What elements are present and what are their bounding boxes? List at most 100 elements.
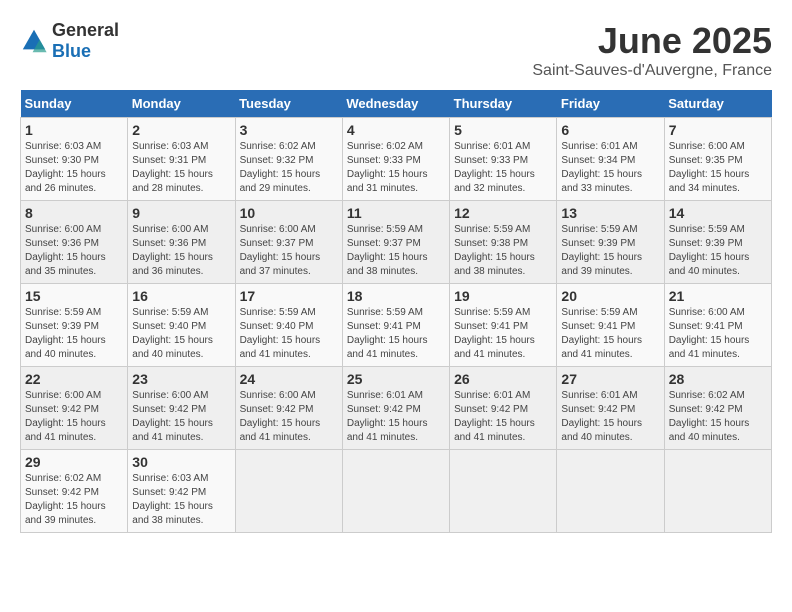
weekday-header-saturday: Saturday	[664, 90, 771, 118]
weekday-header-friday: Friday	[557, 90, 664, 118]
day-number-23: 23	[132, 371, 230, 387]
day-cell-11: 11 Sunrise: 5:59 AM Sunset: 9:37 PM Dayli…	[342, 201, 449, 284]
day-number-6: 6	[561, 122, 659, 138]
weekday-header-sunday: Sunday	[21, 90, 128, 118]
day-cell-22: 22 Sunrise: 6:00 AM Sunset: 9:42 PM Dayli…	[21, 367, 128, 450]
day-cell-16: 16 Sunrise: 5:59 AM Sunset: 9:40 PM Dayli…	[128, 284, 235, 367]
day-number-21: 21	[669, 288, 767, 304]
day-number-28: 28	[669, 371, 767, 387]
day-number-7: 7	[669, 122, 767, 138]
day-cell-10: 10 Sunrise: 6:00 AM Sunset: 9:37 PM Dayli…	[235, 201, 342, 284]
day-number-24: 24	[240, 371, 338, 387]
day-info-22: Sunrise: 6:00 AM Sunset: 9:42 PM Dayligh…	[25, 389, 123, 445]
day-cell-25: 25 Sunrise: 6:01 AM Sunset: 9:42 PM Dayli…	[342, 367, 449, 450]
day-info-19: Sunrise: 5:59 AM Sunset: 9:41 PM Dayligh…	[454, 306, 552, 362]
day-info-1: Sunrise: 6:03 AM Sunset: 9:30 PM Dayligh…	[25, 140, 123, 196]
day-cell-23: 23 Sunrise: 6:00 AM Sunset: 9:42 PM Dayli…	[128, 367, 235, 450]
day-number-1: 1	[25, 122, 123, 138]
day-number-29: 29	[25, 454, 123, 470]
weekday-header-tuesday: Tuesday	[235, 90, 342, 118]
logo-general-text: General	[52, 20, 119, 40]
day-cell-8: 8 Sunrise: 6:00 AM Sunset: 9:36 PM Daylig…	[21, 201, 128, 284]
day-info-10: Sunrise: 6:00 AM Sunset: 9:37 PM Dayligh…	[240, 223, 338, 279]
week-row-5: 29 Sunrise: 6:02 AM Sunset: 9:42 PM Dayli…	[21, 450, 772, 533]
day-info-15: Sunrise: 5:59 AM Sunset: 9:39 PM Dayligh…	[25, 306, 123, 362]
day-info-27: Sunrise: 6:01 AM Sunset: 9:42 PM Dayligh…	[561, 389, 659, 445]
week-row-3: 15 Sunrise: 5:59 AM Sunset: 9:39 PM Dayli…	[21, 284, 772, 367]
empty-cell	[235, 450, 342, 533]
week-row-1: 1 Sunrise: 6:03 AM Sunset: 9:30 PM Daylig…	[21, 118, 772, 201]
day-info-20: Sunrise: 5:59 AM Sunset: 9:41 PM Dayligh…	[561, 306, 659, 362]
subtitle: Saint-Sauves-d'Auvergne, France	[532, 62, 772, 80]
weekday-header-row: SundayMondayTuesdayWednesdayThursdayFrid…	[21, 90, 772, 118]
day-cell-21: 21 Sunrise: 6:00 AM Sunset: 9:41 PM Dayli…	[664, 284, 771, 367]
day-info-21: Sunrise: 6:00 AM Sunset: 9:41 PM Dayligh…	[669, 306, 767, 362]
day-number-13: 13	[561, 205, 659, 221]
day-cell-6: 6Sunrise: 6:01 AM Sunset: 9:34 PM Daylig…	[557, 118, 664, 201]
day-number-15: 15	[25, 288, 123, 304]
day-number-8: 8	[25, 205, 123, 221]
day-cell-29: 29 Sunrise: 6:02 AM Sunset: 9:42 PM Dayli…	[21, 450, 128, 533]
day-number-27: 27	[561, 371, 659, 387]
day-cell-28: 28 Sunrise: 6:02 AM Sunset: 9:42 PM Dayli…	[664, 367, 771, 450]
week-row-2: 8 Sunrise: 6:00 AM Sunset: 9:36 PM Daylig…	[21, 201, 772, 284]
day-number-10: 10	[240, 205, 338, 221]
day-info-2: Sunrise: 6:03 AM Sunset: 9:31 PM Dayligh…	[132, 140, 230, 196]
day-info-9: Sunrise: 6:00 AM Sunset: 9:36 PM Dayligh…	[132, 223, 230, 279]
day-number-16: 16	[132, 288, 230, 304]
day-info-7: Sunrise: 6:00 AM Sunset: 9:35 PM Dayligh…	[669, 140, 767, 196]
day-cell-12: 12 Sunrise: 5:59 AM Sunset: 9:38 PM Dayli…	[450, 201, 557, 284]
header: General Blue June 2025 Saint-Sauves-d'Au…	[20, 20, 772, 80]
day-info-23: Sunrise: 6:00 AM Sunset: 9:42 PM Dayligh…	[132, 389, 230, 445]
title-area: June 2025 Saint-Sauves-d'Auvergne, Franc…	[532, 20, 772, 80]
logo: General Blue	[20, 20, 119, 62]
day-number-2: 2	[132, 122, 230, 138]
day-number-9: 9	[132, 205, 230, 221]
day-number-26: 26	[454, 371, 552, 387]
day-number-18: 18	[347, 288, 445, 304]
day-number-22: 22	[25, 371, 123, 387]
day-info-11: Sunrise: 5:59 AM Sunset: 9:37 PM Dayligh…	[347, 223, 445, 279]
day-info-8: Sunrise: 6:00 AM Sunset: 9:36 PM Dayligh…	[25, 223, 123, 279]
day-cell-27: 27 Sunrise: 6:01 AM Sunset: 9:42 PM Dayli…	[557, 367, 664, 450]
day-cell-5: 5 Sunrise: 6:01 AM Sunset: 9:33 PM Daylig…	[450, 118, 557, 201]
day-info-3: Sunrise: 6:02 AM Sunset: 9:32 PM Dayligh…	[240, 140, 338, 196]
empty-cell	[557, 450, 664, 533]
day-info-16: Sunrise: 5:59 AM Sunset: 9:40 PM Dayligh…	[132, 306, 230, 362]
day-number-30: 30	[132, 454, 230, 470]
day-number-25: 25	[347, 371, 445, 387]
day-cell-18: 18Sunrise: 5:59 AM Sunset: 9:41 PM Dayli…	[342, 284, 449, 367]
weekday-header-monday: Monday	[128, 90, 235, 118]
day-number-14: 14	[669, 205, 767, 221]
day-info-29: Sunrise: 6:02 AM Sunset: 9:42 PM Dayligh…	[25, 472, 123, 528]
calendar-table: SundayMondayTuesdayWednesdayThursdayFrid…	[20, 90, 772, 533]
day-info-4: Sunrise: 6:02 AM Sunset: 9:33 PM Dayligh…	[347, 140, 445, 196]
day-cell-24: 24 Sunrise: 6:00 AM Sunset: 9:42 PM Dayli…	[235, 367, 342, 450]
day-info-25: Sunrise: 6:01 AM Sunset: 9:42 PM Dayligh…	[347, 389, 445, 445]
week-row-4: 22 Sunrise: 6:00 AM Sunset: 9:42 PM Dayli…	[21, 367, 772, 450]
day-number-17: 17	[240, 288, 338, 304]
day-cell-9: 9 Sunrise: 6:00 AM Sunset: 9:36 PM Daylig…	[128, 201, 235, 284]
day-info-5: Sunrise: 6:01 AM Sunset: 9:33 PM Dayligh…	[454, 140, 552, 196]
day-cell-26: 26 Sunrise: 6:01 AM Sunset: 9:42 PM Dayli…	[450, 367, 557, 450]
logo-icon	[20, 27, 48, 55]
weekday-header-wednesday: Wednesday	[342, 90, 449, 118]
day-cell-2: 2 Sunrise: 6:03 AM Sunset: 9:31 PM Daylig…	[128, 118, 235, 201]
day-cell-4: 4Sunrise: 6:02 AM Sunset: 9:33 PM Daylig…	[342, 118, 449, 201]
day-info-28: Sunrise: 6:02 AM Sunset: 9:42 PM Dayligh…	[669, 389, 767, 445]
empty-cell	[450, 450, 557, 533]
day-number-11: 11	[347, 205, 445, 221]
day-info-17: Sunrise: 5:59 AM Sunset: 9:40 PM Dayligh…	[240, 306, 338, 362]
day-number-5: 5	[454, 122, 552, 138]
day-info-12: Sunrise: 5:59 AM Sunset: 9:38 PM Dayligh…	[454, 223, 552, 279]
day-cell-17: 17 Sunrise: 5:59 AM Sunset: 9:40 PM Dayli…	[235, 284, 342, 367]
day-number-20: 20	[561, 288, 659, 304]
day-info-26: Sunrise: 6:01 AM Sunset: 9:42 PM Dayligh…	[454, 389, 552, 445]
day-number-12: 12	[454, 205, 552, 221]
empty-cell	[342, 450, 449, 533]
main-title: June 2025	[532, 20, 772, 62]
day-cell-15: 15 Sunrise: 5:59 AM Sunset: 9:39 PM Dayli…	[21, 284, 128, 367]
day-cell-14: 14Sunrise: 5:59 AM Sunset: 9:39 PM Dayli…	[664, 201, 771, 284]
day-info-24: Sunrise: 6:00 AM Sunset: 9:42 PM Dayligh…	[240, 389, 338, 445]
day-cell-19: 19Sunrise: 5:59 AM Sunset: 9:41 PM Dayli…	[450, 284, 557, 367]
